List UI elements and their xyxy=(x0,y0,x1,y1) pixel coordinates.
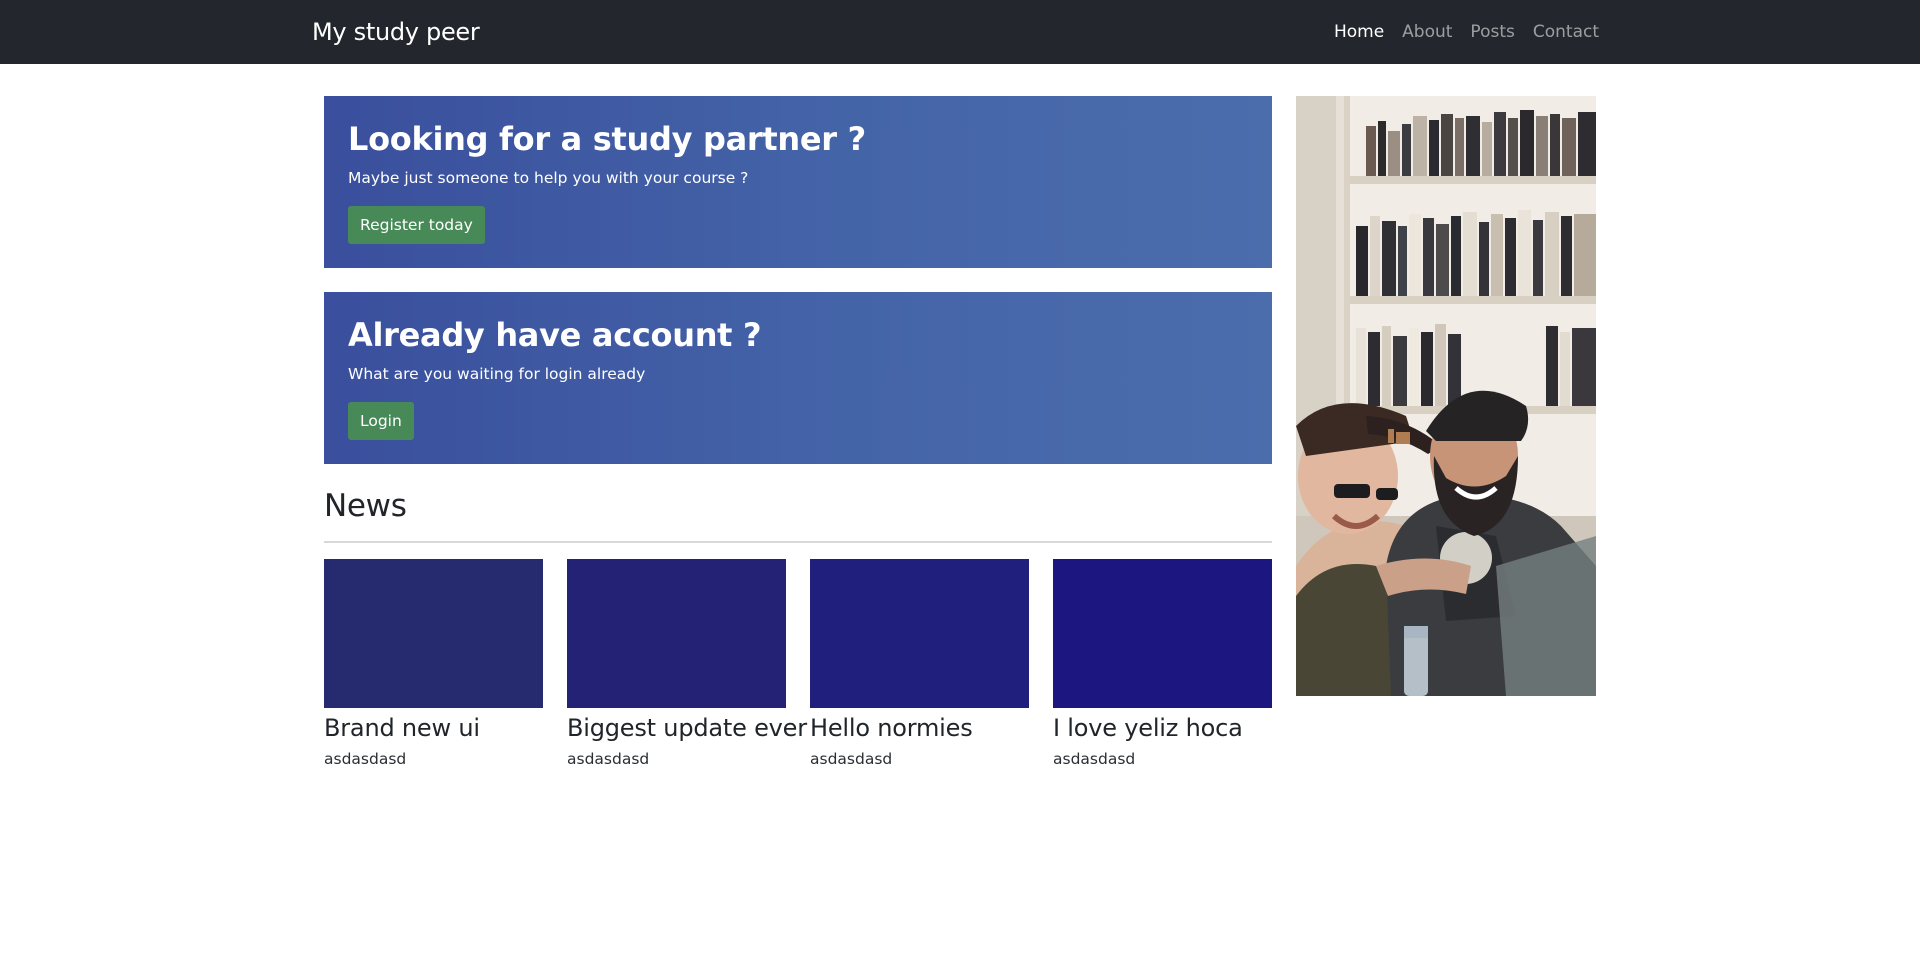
login-subtitle: What are you waiting for login already xyxy=(348,365,646,383)
nav-links: Home About Posts Contact xyxy=(1332,0,1601,64)
news-heading: News xyxy=(324,488,407,524)
news-card-text: asdasdasd xyxy=(567,750,650,768)
news-card-text: asdasdasd xyxy=(1053,750,1136,768)
nav-link-contact[interactable]: Contact xyxy=(1531,22,1601,42)
news-card-title[interactable]: Brand new ui xyxy=(324,711,543,745)
register-subtitle: Maybe just someone to help you with your… xyxy=(348,169,749,187)
news-card[interactable]: Hello normies asdasdasd xyxy=(810,559,1029,769)
news-card[interactable]: I love yeliz hoca asdasdasd xyxy=(1053,559,1272,769)
register-button[interactable]: Register today xyxy=(348,206,485,244)
news-thumbnail[interactable] xyxy=(810,559,1029,708)
news-thumbnail[interactable] xyxy=(567,559,786,708)
register-heading: Looking for a study partner ? xyxy=(348,120,866,158)
login-heading: Already have account ? xyxy=(348,316,762,354)
news-card[interactable]: Brand new ui asdasdasd xyxy=(324,559,543,769)
login-button[interactable]: Login xyxy=(348,402,414,440)
news-card-title[interactable]: Hello normies xyxy=(810,711,1029,745)
nav-link-home[interactable]: Home xyxy=(1332,22,1386,42)
news-thumbnail[interactable] xyxy=(324,559,543,708)
register-panel: Looking for a study partner ? Maybe just… xyxy=(324,96,1272,268)
news-card-text: asdasdasd xyxy=(810,750,893,768)
students-photo xyxy=(1296,96,1596,696)
nav-link-about[interactable]: About xyxy=(1400,22,1454,42)
news-card-text: asdasdasd xyxy=(324,750,407,768)
navbar: My study peer Home About Posts Contact xyxy=(0,0,1920,64)
news-card-title[interactable]: I love yeliz hoca xyxy=(1053,711,1272,745)
nav-link-posts[interactable]: Posts xyxy=(1468,22,1516,42)
brand-link[interactable]: My study peer xyxy=(312,18,480,46)
news-card-title[interactable]: Biggest update ever xyxy=(567,711,807,745)
news-divider xyxy=(324,541,1272,543)
news-thumbnail[interactable] xyxy=(1053,559,1272,708)
login-panel: Already have account ? What are you wait… xyxy=(324,292,1272,464)
news-card[interactable]: Biggest update ever asdasdasd xyxy=(567,559,807,769)
